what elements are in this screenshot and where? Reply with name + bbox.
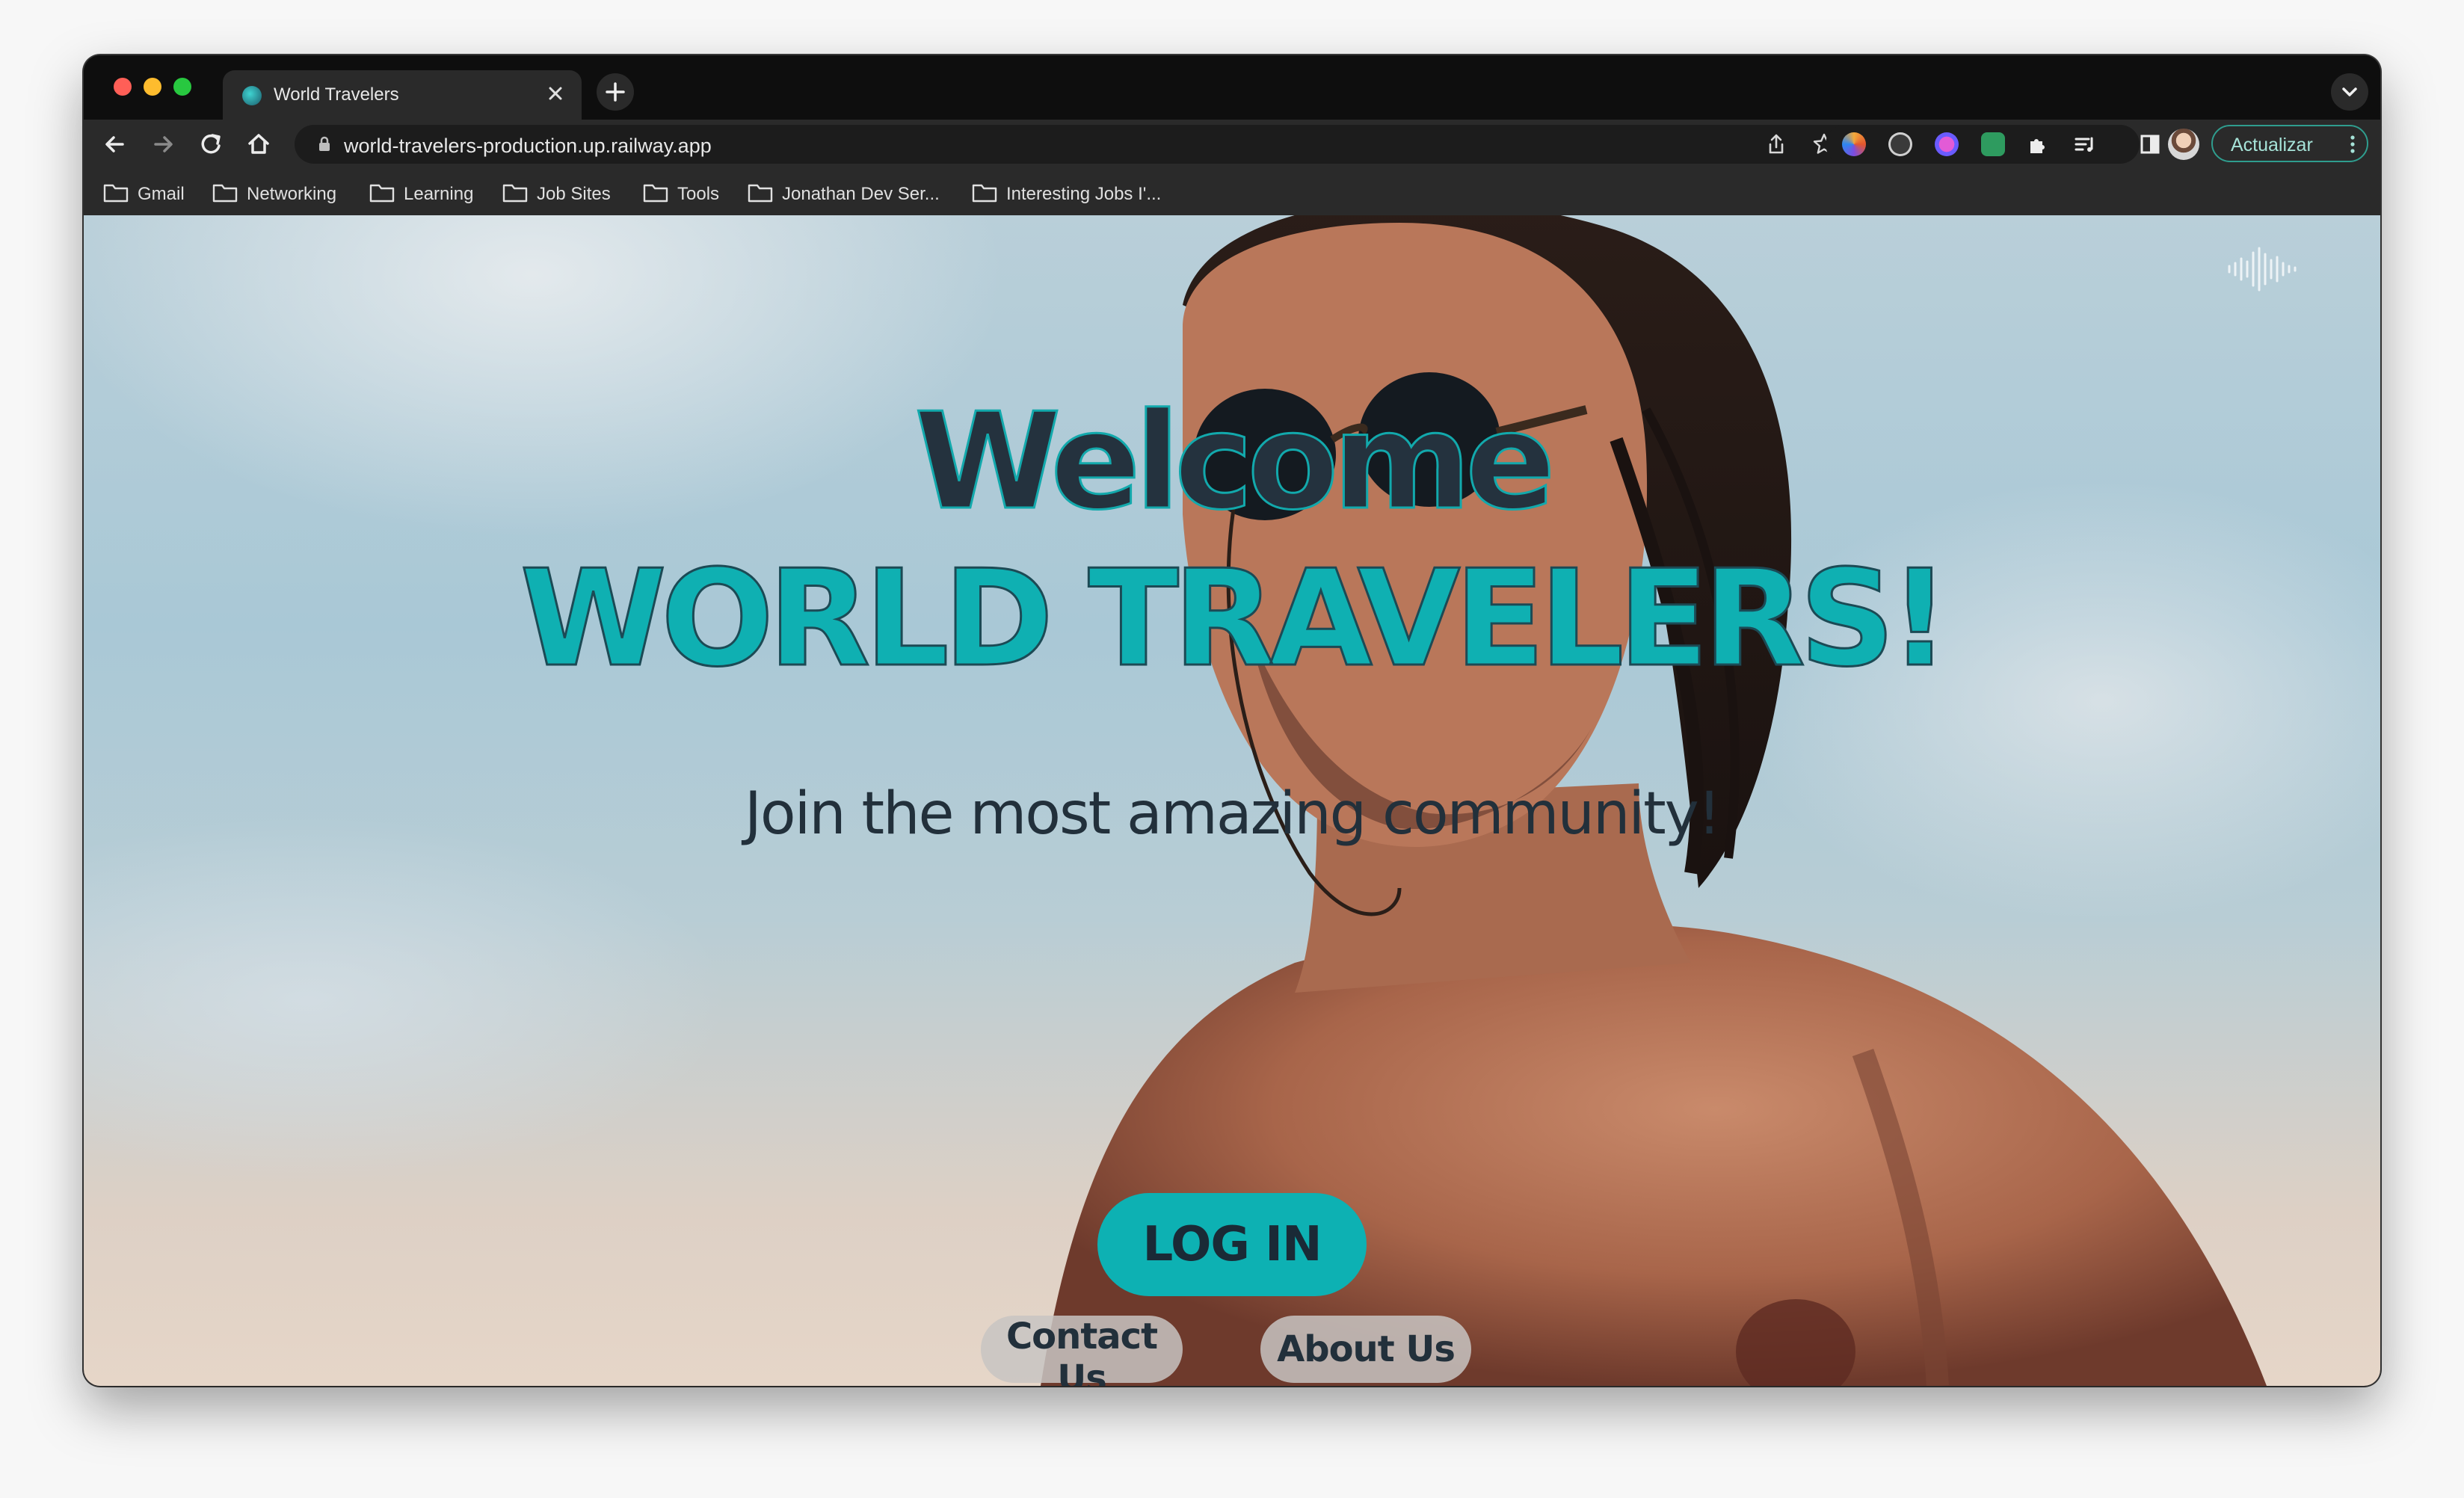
forward-icon[interactable] [147,128,179,161]
update-button[interactable]: Actualizar [2211,125,2368,162]
welcome-heading: Welcome [914,384,1557,539]
bookmark-jonathan-dev[interactable]: Jonathan Dev Ser... [748,178,957,206]
extension-chat-icon[interactable] [1935,132,1959,156]
about-us-button[interactable]: About Us [1260,1316,1471,1383]
tab-world-travelers[interactable]: World Travelers [223,70,582,120]
folder-icon [369,184,395,203]
tab-title: World Travelers [274,84,399,105]
bookmark-networking[interactable]: Networking [212,178,347,206]
profile-avatar[interactable] [2168,129,2199,160]
world-travelers-favicon-icon [242,86,262,105]
audio-wave-icon[interactable] [2226,245,2298,293]
world-travelers-heading: WORLD TRAVELERS! [519,541,1951,696]
bookmark-job-sites[interactable]: Job Sites [502,178,622,206]
extension-sheets-icon[interactable] [1981,132,2005,156]
extensions-group [1826,125,2140,164]
extension-gpt-icon[interactable] [1888,132,1912,156]
folder-icon [748,184,773,203]
close-window-button[interactable] [114,78,132,96]
new-tab-icon[interactable] [597,73,634,111]
kebab-menu-icon[interactable] [2349,134,2356,155]
folder-icon [212,184,238,203]
folder-icon [643,184,668,203]
bookmark-gmail[interactable]: Gmail [103,178,193,206]
folder-icon [502,184,528,203]
folder-icon [103,184,129,203]
address-bar[interactable]: world-travelers-production.up.railway.ap… [295,125,1902,164]
contact-us-button[interactable]: Contact Us [981,1316,1183,1386]
close-tab-icon[interactable] [543,81,568,106]
bookmark-tools[interactable]: Tools [643,178,733,206]
landing-page: Welcome WORLD TRAVELERS! Join the most a… [84,215,2380,1386]
tab-strip: World Travelers [84,55,2380,120]
minimize-window-button[interactable] [144,78,161,96]
browser-window: World Travelers world-travelers-producti… [84,55,2380,1386]
maximize-window-button[interactable] [173,78,191,96]
bookmarks-bar: Gmail Networking Learning Job Sites Tool… [84,169,2380,215]
extensions-icon[interactable] [2026,132,2050,156]
reading-list-icon[interactable] [2072,132,2096,156]
share-icon[interactable] [1763,131,1790,158]
tab-search-chevron-icon[interactable] [2331,73,2368,111]
home-icon[interactable] [242,128,275,161]
folder-icon [972,184,997,203]
reload-icon[interactable] [194,128,227,161]
bookmark-learning[interactable]: Learning [369,178,489,206]
update-button-label: Actualizar [2231,135,2313,155]
login-button[interactable]: LOG IN [1097,1193,1367,1296]
lock-icon[interactable] [315,135,333,153]
back-icon[interactable] [99,128,132,161]
tagline: Join the most amazing community! [744,780,1721,848]
bookmark-interesting-jobs[interactable]: Interesting Jobs I'... [972,178,1189,206]
browser-toolbar: world-travelers-production.up.railway.ap… [84,120,2380,169]
side-panel-icon[interactable] [2134,128,2166,161]
address-url: world-travelers-production.up.railway.ap… [344,135,712,157]
extension-color-icon[interactable] [1842,132,1866,156]
